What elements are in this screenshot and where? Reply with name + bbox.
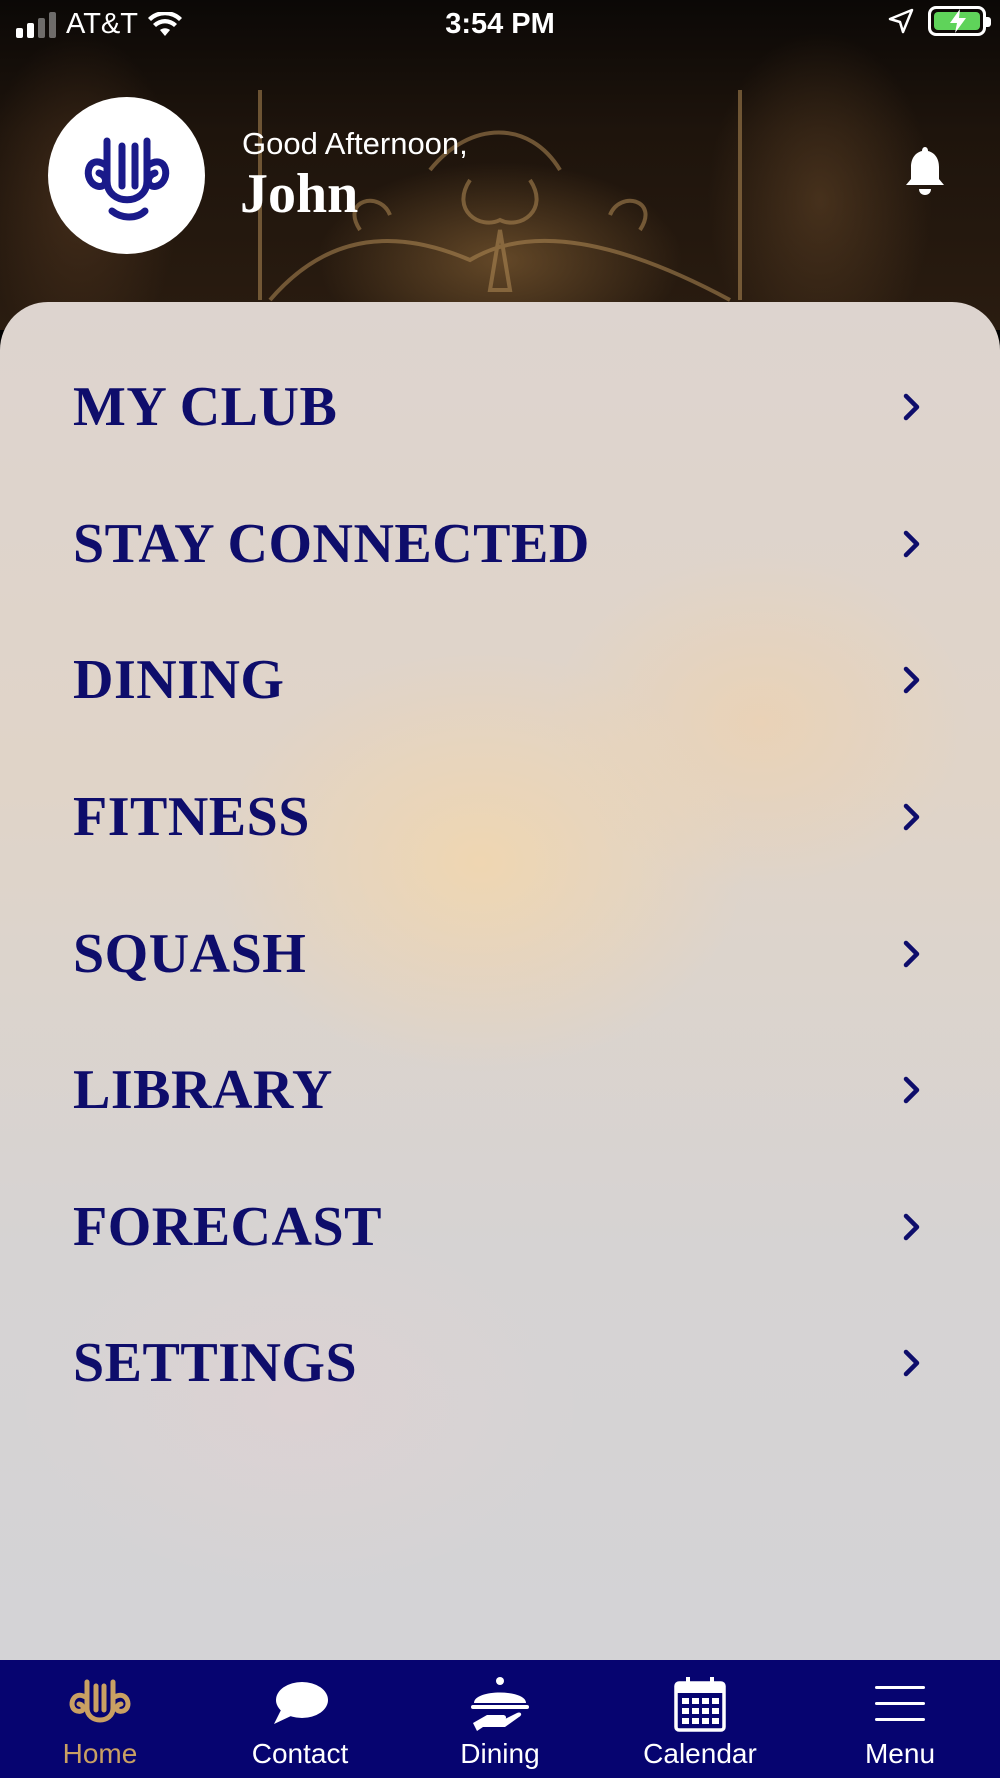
- menu-item-squash[interactable]: SQUASH: [0, 899, 1000, 1009]
- location-arrow-icon: [888, 8, 914, 34]
- menu-item-label: SQUASH: [73, 923, 307, 985]
- club-monogram-icon: [84, 137, 169, 220]
- tab-label: Dining: [460, 1738, 540, 1769]
- chevron-right-icon: [903, 1213, 920, 1241]
- club-logo[interactable]: [48, 97, 205, 254]
- menu-item-label: DINING: [73, 649, 285, 711]
- club-logo-icon: [69, 1679, 131, 1723]
- tab-contact[interactable]: Contact: [200, 1660, 400, 1778]
- menu-item-dining[interactable]: DINING: [0, 625, 1000, 735]
- menu-item-label: STAY CONNECTED: [73, 513, 590, 575]
- status-right: [888, 6, 991, 36]
- menu-item-label: SETTINGS: [73, 1332, 358, 1394]
- chevron-right-icon: [903, 666, 920, 694]
- menu-item-label: FORECAST: [73, 1196, 382, 1258]
- menu-item-library[interactable]: LIBRARY: [0, 1035, 1000, 1145]
- menu-item-label: MY CLUB: [73, 376, 338, 438]
- hamburger-menu-icon: [875, 1686, 925, 1721]
- chevron-right-icon: [903, 530, 920, 558]
- status-time: 3:54 PM: [445, 8, 555, 40]
- menu-item-label: FITNESS: [73, 786, 310, 848]
- serving-cloche-icon: [471, 1677, 529, 1731]
- tab-home[interactable]: Home: [0, 1660, 200, 1778]
- tab-menu[interactable]: Menu: [800, 1660, 1000, 1778]
- tab-label: Menu: [864, 1738, 936, 1769]
- chevron-right-icon: [903, 1076, 920, 1104]
- user-name: John: [240, 163, 359, 225]
- greeting-text: Good Afternoon,: [242, 126, 468, 161]
- tab-label: Calendar: [643, 1738, 757, 1769]
- menu-item-settings[interactable]: SETTINGS: [0, 1308, 1000, 1418]
- status-bar: AT&T 3:54 PM: [0, 0, 1000, 50]
- chevron-right-icon: [903, 393, 920, 421]
- menu-item-label: LIBRARY: [73, 1059, 333, 1121]
- chat-bubble-icon: [274, 1682, 328, 1724]
- battery-icon: [928, 6, 991, 36]
- tab-label: Contact: [251, 1738, 349, 1769]
- chevron-right-icon: [903, 1349, 920, 1377]
- bell-icon[interactable]: [903, 145, 947, 197]
- tab-dining[interactable]: Dining: [400, 1660, 600, 1778]
- menu-item-forecast[interactable]: FORECAST: [0, 1172, 1000, 1282]
- tab-label: Home: [62, 1738, 138, 1769]
- calendar-icon: [674, 1677, 726, 1732]
- menu-item-my-club[interactable]: MY CLUB: [0, 352, 1000, 462]
- menu-item-fitness[interactable]: FITNESS: [0, 762, 1000, 872]
- main-menu-panel: MY CLUB STAY CONNECTED DINING FITNESS SQ…: [0, 302, 1000, 1660]
- chevron-right-icon: [903, 803, 920, 831]
- bottom-tab-bar: Home Contact Dining Calendar Menu: [0, 1660, 1000, 1778]
- menu-item-stay-connected[interactable]: STAY CONNECTED: [0, 489, 1000, 599]
- chevron-right-icon: [903, 940, 920, 968]
- tab-calendar[interactable]: Calendar: [600, 1660, 800, 1778]
